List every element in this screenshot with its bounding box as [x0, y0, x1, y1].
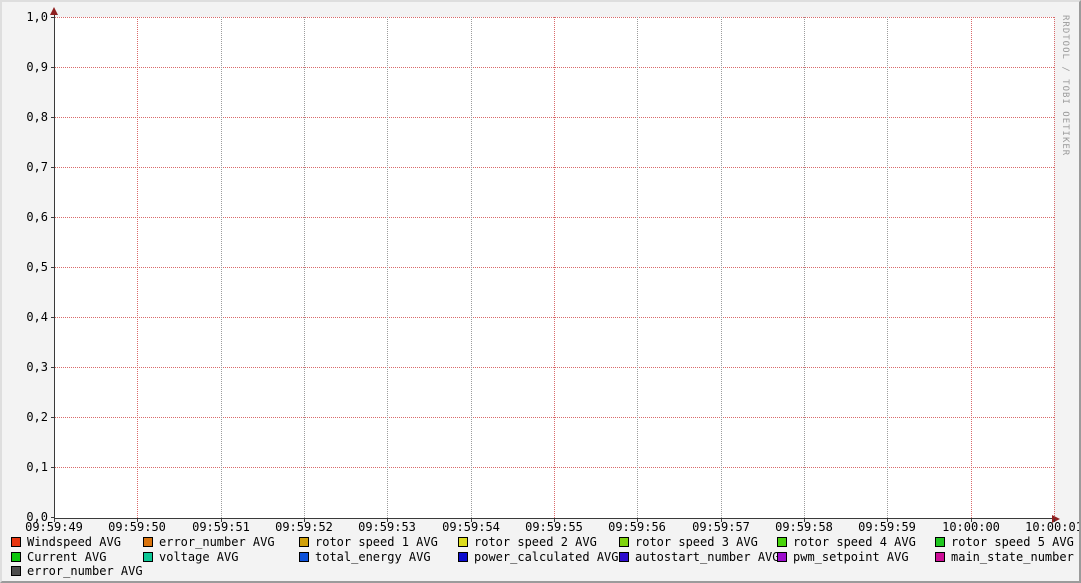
v-gridline: [721, 17, 722, 518]
v-gridline: [804, 17, 805, 518]
v-gridline: [887, 17, 888, 518]
y-axis-tick: [51, 267, 54, 268]
x-axis-label: 10:00:01: [1012, 521, 1081, 534]
y-axis-tick: [51, 467, 54, 468]
v-gridline: [387, 17, 388, 518]
x-axis-label: 09:59:55: [512, 521, 596, 534]
v-gridline: [637, 17, 638, 518]
y-axis-tick: [51, 367, 54, 368]
v-gridline: [304, 17, 305, 518]
legend-swatch-icon: [143, 552, 153, 562]
x-axis-label: 09:59:59: [845, 521, 929, 534]
y-axis-label: 1,0: [2, 11, 48, 24]
v-gridline: [554, 17, 555, 518]
y-axis-label: 0,9: [2, 61, 48, 74]
legend-label: voltage AVG: [159, 551, 238, 564]
legend-swatch-icon: [935, 552, 945, 562]
legend-label: Current AVG: [27, 551, 106, 564]
legend-label: main_state_number AVG: [951, 551, 1081, 564]
legend-label: Windspeed AVG: [27, 536, 121, 549]
y-axis-tick: [51, 517, 54, 518]
legend-label: autostart_number AVG: [635, 551, 780, 564]
y-axis-label: 0,6: [2, 211, 48, 224]
legend-label: error_number AVG: [159, 536, 275, 549]
legend-label: pwm_setpoint AVG: [793, 551, 909, 564]
v-gridline: [471, 17, 472, 518]
rrdtool-graph: 1,00,90,80,70,60,50,40,30,20,10,009:59:4…: [0, 0, 1081, 583]
x-axis-label: 09:59:51: [179, 521, 263, 534]
y-axis-tick: [51, 417, 54, 418]
y-axis-line: [54, 14, 55, 519]
v-gridline: [1054, 17, 1055, 518]
x-axis-label: 09:59:54: [429, 521, 513, 534]
x-axis-label: 09:59:49: [12, 521, 96, 534]
y-axis-label: 0,7: [2, 161, 48, 174]
x-axis-label: 09:59:50: [95, 521, 179, 534]
legend-swatch-icon: [619, 537, 629, 547]
y-axis-label: 0,5: [2, 261, 48, 274]
x-axis-label: 09:59:58: [762, 521, 846, 534]
y-axis-arrow-icon: [50, 7, 58, 15]
y-axis-label: 0,8: [2, 111, 48, 124]
legend-swatch-icon: [619, 552, 629, 562]
v-gridline: [137, 17, 138, 518]
legend-label: rotor speed 3 AVG: [635, 536, 758, 549]
legend-swatch-icon: [11, 537, 21, 547]
v-gridline: [971, 17, 972, 518]
x-axis-label: 10:00:00: [929, 521, 1013, 534]
legend-swatch-icon: [935, 537, 945, 547]
y-axis-label: 0,1: [2, 461, 48, 474]
y-axis-tick: [51, 217, 54, 218]
x-axis-label: 09:59:53: [345, 521, 429, 534]
x-axis-label: 09:59:56: [595, 521, 679, 534]
legend-swatch-icon: [458, 552, 468, 562]
legend-label: error_number AVG: [27, 565, 143, 578]
x-axis-label: 09:59:57: [679, 521, 763, 534]
legend-swatch-icon: [458, 537, 468, 547]
y-axis-tick: [51, 117, 54, 118]
legend-label: rotor speed 2 AVG: [474, 536, 597, 549]
legend-swatch-icon: [777, 537, 787, 547]
y-axis-tick: [51, 317, 54, 318]
legend-label: rotor speed 5 AVG: [951, 536, 1074, 549]
legend-swatch-icon: [299, 552, 309, 562]
legend-label: power_calculated AVG: [474, 551, 619, 564]
legend-swatch-icon: [777, 552, 787, 562]
y-axis-label: 0,2: [2, 411, 48, 424]
legend-swatch-icon: [143, 537, 153, 547]
watermark: RRDTOOL / TOBI OETIKER: [1060, 15, 1070, 156]
v-gridline: [221, 17, 222, 518]
legend-swatch-icon: [299, 537, 309, 547]
y-axis-tick: [51, 67, 54, 68]
y-axis-tick: [51, 17, 54, 18]
legend-label: rotor speed 4 AVG: [793, 536, 916, 549]
y-axis-label: 0,4: [2, 311, 48, 324]
legend-swatch-icon: [11, 552, 21, 562]
x-axis-label: 09:59:52: [262, 521, 346, 534]
y-axis-label: 0,3: [2, 361, 48, 374]
legend-label: total_energy AVG: [315, 551, 431, 564]
legend-swatch-icon: [11, 566, 21, 576]
legend-label: rotor speed 1 AVG: [315, 536, 438, 549]
y-axis-tick: [51, 167, 54, 168]
